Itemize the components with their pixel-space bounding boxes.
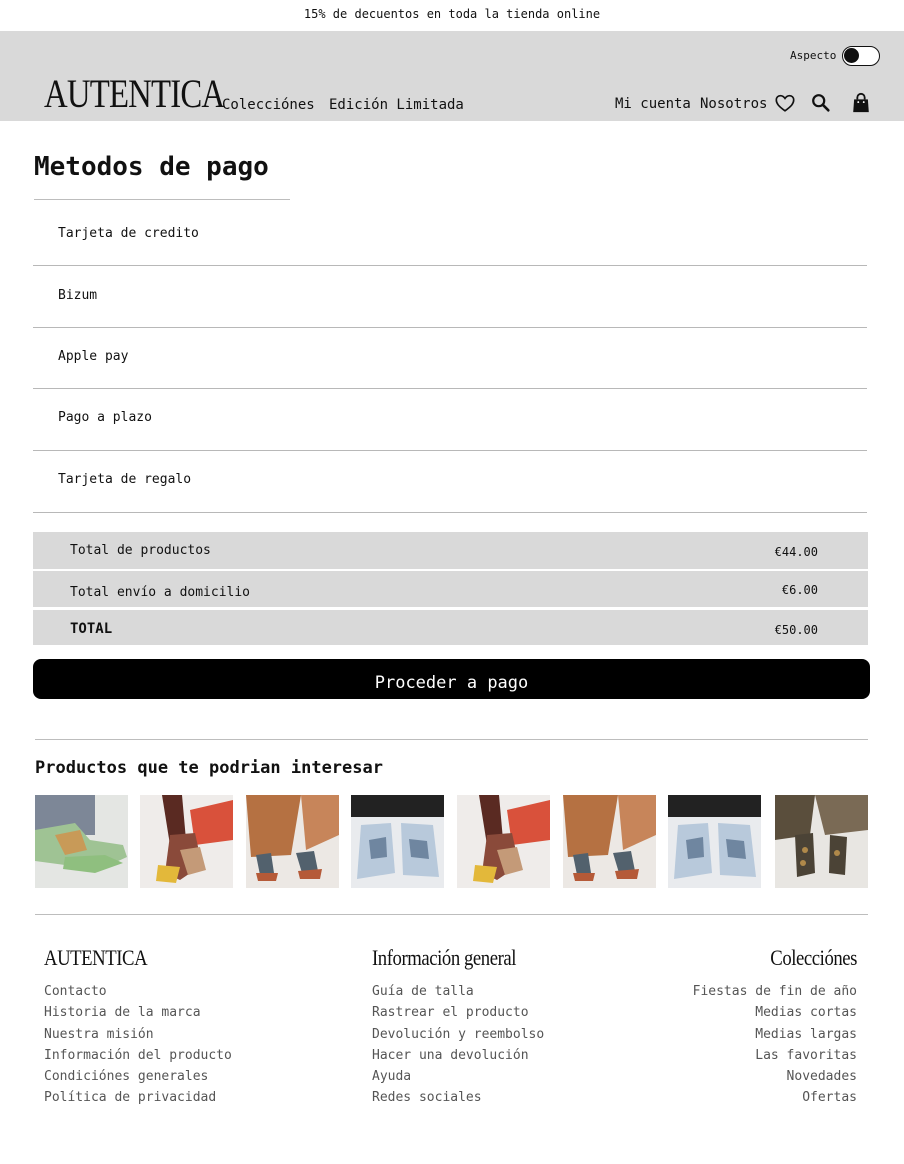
summary-label: Total envío a domicilio	[70, 585, 251, 600]
summary-value: €50.00	[774, 623, 818, 637]
about-link[interactable]: Nosotros	[700, 95, 767, 113]
page-title: Metodos de pago	[34, 152, 269, 182]
footer-info-links: Guía de talla Rastrear el producto Devol…	[372, 983, 544, 1111]
footer-link[interactable]: Redes sociales	[372, 1089, 544, 1110]
search-icon[interactable]	[810, 92, 832, 114]
footer-link[interactable]: Las favoritas	[693, 1047, 857, 1068]
footer-info-title: Información general	[372, 945, 517, 970]
payment-option-bizum[interactable]: Bizum	[33, 266, 867, 328]
footer-link[interactable]: Devolución y reembolso	[372, 1026, 544, 1047]
payment-option-label: Tarjeta de regalo	[58, 472, 192, 487]
payment-option-label: Tarjeta de credito	[58, 226, 199, 241]
recommended-title: Productos que te podrian interesar	[35, 758, 383, 778]
summary-row-shipping: Total envío a domicilio €6.00	[33, 571, 868, 607]
footer-brand-title: AUTENTICA	[44, 945, 148, 970]
payment-option-label: Apple pay	[58, 349, 129, 364]
payment-option-gift-card[interactable]: Tarjeta de regalo	[33, 451, 867, 513]
footer-link[interactable]: Guía de talla	[372, 983, 544, 1004]
footer-link[interactable]: Medias cortas	[693, 1004, 857, 1025]
promo-banner: 15% de decuentos en toda la tienda onlin…	[0, 0, 904, 31]
payment-option-label: Bizum	[58, 288, 98, 303]
divider	[33, 512, 867, 513]
divider	[35, 739, 868, 740]
aspect-label: Aspecto	[790, 49, 837, 62]
aspect-toggle[interactable]	[842, 46, 880, 66]
product-thumbnail[interactable]	[140, 795, 233, 888]
proceed-to-payment-button[interactable]: Proceder a pago	[33, 659, 870, 699]
title-divider	[34, 199, 290, 200]
product-thumbnail[interactable]	[668, 795, 761, 888]
footer-link[interactable]: Rastrear el producto	[372, 1004, 544, 1025]
footer-link[interactable]: Nuestra misión	[44, 1026, 232, 1047]
product-thumbnail[interactable]	[775, 795, 868, 888]
footer-link[interactable]: Novedades	[693, 1068, 857, 1089]
summary-value: €44.00	[774, 545, 818, 559]
footer-link[interactable]: Hacer una devolución	[372, 1047, 544, 1068]
footer-link[interactable]: Ayuda	[372, 1068, 544, 1089]
footer-link[interactable]: Historia de la marca	[44, 1004, 232, 1025]
payment-option-installments[interactable]: Pago a plazo	[33, 389, 867, 451]
site-header: AUTENTICA Colecciónes Edición Limitada A…	[0, 31, 904, 121]
footer-link[interactable]: Ofertas	[693, 1089, 857, 1110]
product-thumbnail[interactable]	[457, 795, 550, 888]
summary-label: TOTAL	[70, 621, 113, 637]
payment-option-apple-pay[interactable]: Apple pay	[33, 327, 867, 389]
nav-limited-edition[interactable]: Edición Limitada	[329, 96, 464, 114]
brand-logo[interactable]: AUTENTICA	[44, 74, 225, 114]
summary-label: Total de productos	[70, 543, 211, 558]
footer-link[interactable]: Información del producto	[44, 1047, 232, 1068]
footer-link[interactable]: Contacto	[44, 983, 232, 1004]
footer-brand-links: Contacto Historia de la marca Nuestra mi…	[44, 983, 232, 1111]
summary-row-total: TOTAL €50.00	[33, 610, 868, 645]
footer-collections-links: Fiestas de fin de año Medias cortas Medi…	[693, 983, 857, 1111]
divider	[35, 914, 868, 915]
footer-link[interactable]: Condiciónes generales	[44, 1068, 232, 1089]
product-thumbnail[interactable]	[246, 795, 339, 888]
summary-value: €6.00	[781, 583, 818, 597]
nav-collections[interactable]: Colecciónes	[222, 96, 315, 114]
footer-link[interactable]: Medias largas	[693, 1026, 857, 1047]
shopping-bag-icon[interactable]	[850, 92, 872, 114]
heart-icon[interactable]	[774, 92, 796, 114]
summary-row-products: Total de productos €44.00	[33, 532, 868, 569]
product-thumbnail[interactable]	[35, 795, 128, 888]
payment-option-card[interactable]: Tarjeta de credito	[33, 204, 867, 266]
account-link[interactable]: Mi cuenta	[615, 95, 691, 113]
product-thumbnail[interactable]	[563, 795, 656, 888]
footer-link[interactable]: Fiestas de fin de año	[693, 983, 857, 1004]
payment-option-label: Pago a plazo	[58, 410, 152, 425]
footer-collections-title: Colecciónes	[770, 945, 857, 970]
product-thumbnail[interactable]	[351, 795, 444, 888]
toggle-knob	[844, 48, 859, 63]
footer-link[interactable]: Política de privacidad	[44, 1089, 232, 1110]
